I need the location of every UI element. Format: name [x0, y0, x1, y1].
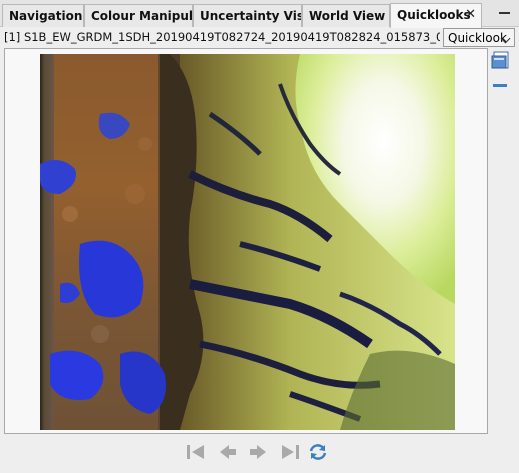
tab-label: Colour Manipula... [91, 9, 193, 23]
zoom-out-icon[interactable] [490, 76, 512, 96]
open-product-icon[interactable] [490, 50, 512, 70]
product-name: [1] S1B_EW_GRDM_1SDH_20190419T082724_201… [4, 30, 440, 44]
tab-label: Uncertainty Vis... [200, 9, 302, 23]
tab-uncertainty-visualisation[interactable]: Uncertainty Vis... [193, 4, 302, 27]
minimize-icon[interactable] [499, 6, 511, 19]
quicklook-navigation [184, 441, 334, 465]
tab-label: World View [309, 9, 386, 23]
tool-window-tabbar: Navigation Colour Manipula... Uncertaint… [0, 0, 519, 28]
dropdown-value: Quicklook [448, 31, 507, 45]
quicklook-panel [4, 48, 488, 434]
tab-label: Quicklooks [397, 8, 471, 22]
last-icon[interactable] [278, 441, 302, 463]
quicklook-dropdown[interactable]: Quicklook [443, 28, 515, 47]
first-icon[interactable] [184, 441, 208, 463]
product-selector-row: [1] S1B_EW_GRDM_1SDH_20190419T082724_201… [0, 28, 519, 48]
tab-navigation[interactable]: Navigation [2, 4, 84, 27]
tab-world-view[interactable]: World View [302, 4, 390, 27]
quicklook-image[interactable] [40, 54, 455, 430]
tab-colour-manipulation[interactable]: Colour Manipula... [84, 4, 193, 27]
tab-label: Navigation [9, 9, 83, 23]
next-icon[interactable] [246, 441, 270, 463]
tab-quicklooks[interactable]: Quicklooks ✕ [390, 3, 482, 28]
refresh-icon[interactable] [306, 441, 330, 463]
close-icon[interactable]: ✕ [465, 7, 476, 22]
satellite-image-svg [40, 54, 455, 430]
previous-icon[interactable] [216, 441, 240, 463]
